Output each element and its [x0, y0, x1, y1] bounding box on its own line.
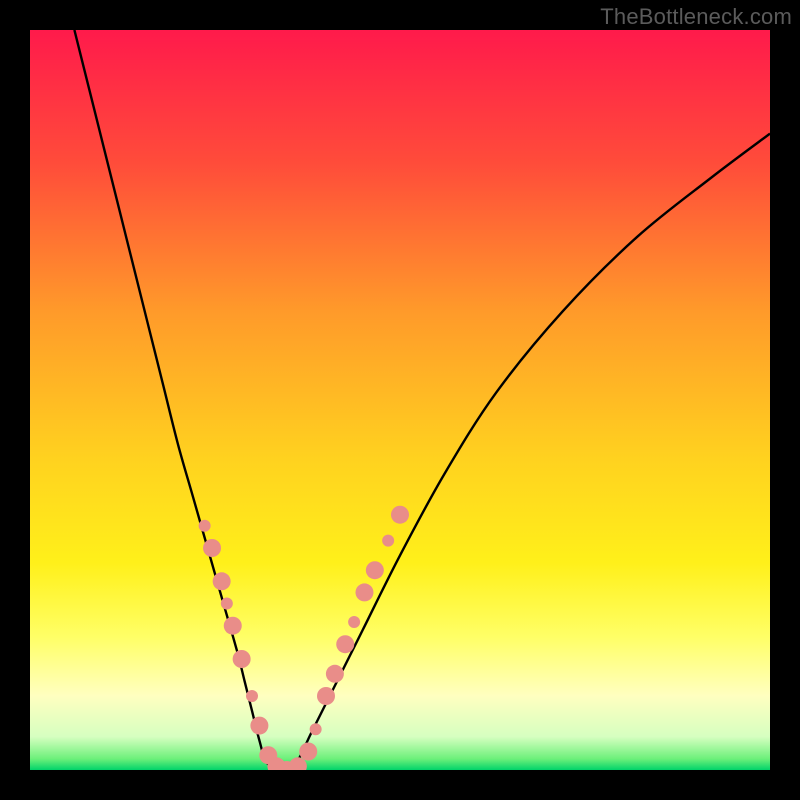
bead-marker [326, 665, 344, 683]
bead-marker [233, 650, 251, 668]
bead-marker [203, 539, 221, 557]
bead-marker [382, 535, 394, 547]
bead-marker [213, 572, 231, 590]
bead-marker [355, 583, 373, 601]
bead-marker [366, 561, 384, 579]
bead-marker [250, 717, 268, 735]
bead-marker [317, 687, 335, 705]
bead-marker [348, 616, 360, 628]
chart-frame: TheBottleneck.com [0, 0, 800, 800]
bead-marker [299, 743, 317, 761]
plot-background [30, 30, 770, 770]
bead-marker [221, 598, 233, 610]
bead-marker [224, 617, 242, 635]
bead-marker [391, 506, 409, 524]
bead-marker [310, 723, 322, 735]
bead-marker [199, 520, 211, 532]
bottleneck-plot [30, 30, 770, 770]
bead-marker [336, 635, 354, 653]
watermark-text: TheBottleneck.com [600, 4, 792, 30]
bead-marker [246, 690, 258, 702]
